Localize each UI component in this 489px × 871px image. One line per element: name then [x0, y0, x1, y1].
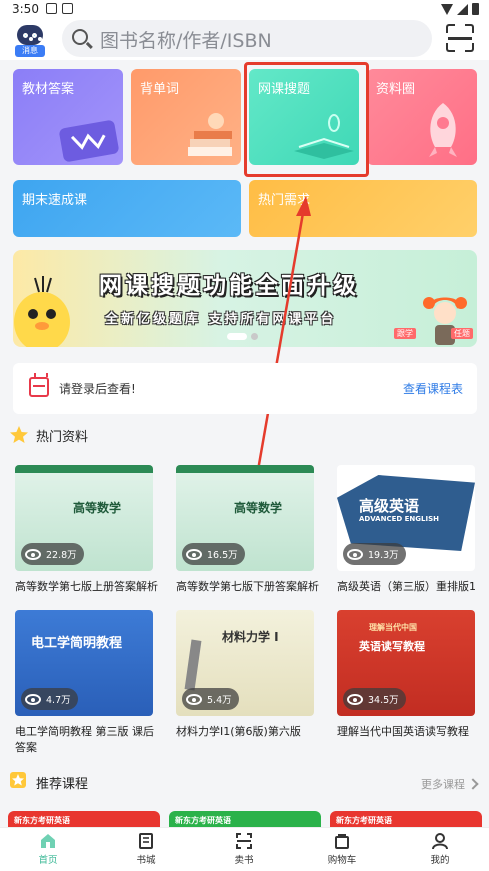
tab-profile[interactable]: 我的	[410, 832, 470, 866]
view-schedule-link[interactable]: 查看课程表	[403, 380, 463, 397]
book-cover: 理解当代中国 英语读写教程 34.5万	[337, 610, 475, 716]
bag-icon	[333, 832, 351, 850]
home-icon	[39, 832, 57, 850]
book-title: 高等数学第七版上册答案解析	[15, 580, 158, 593]
more-courses-link[interactable]: 更多课程	[421, 776, 479, 792]
book-card[interactable]: 理解当代中国 英语读写教程 34.5万 理解当代中国英语读写教程	[337, 610, 477, 740]
eye-icon	[186, 693, 202, 705]
book-title: 高级英语（第三版）重排版1	[337, 580, 476, 593]
book-card[interactable]: 高等数学 22.8万 高等数学第七版上册答案解析	[15, 465, 158, 595]
cover-strip	[15, 465, 153, 473]
cover-title: 电工学简明教程	[31, 636, 123, 651]
book-cover: 高级英语 ADVANCED ENGLISH 19.3万	[337, 465, 475, 571]
star-icon	[10, 426, 28, 443]
eye-icon	[25, 548, 41, 560]
tab-cart[interactable]: 购物车	[312, 832, 372, 866]
book-card[interactable]: 高级英语 ADVANCED ENGLISH 19.3万 高级英语（第三版）重排版…	[337, 465, 477, 595]
view-count: 5.4万	[182, 688, 239, 710]
scan-icon	[235, 832, 253, 850]
book-title: 高等数学第七版下册答案解析	[176, 580, 319, 593]
tab-label: 书城	[136, 855, 156, 866]
view-count-text: 5.4万	[207, 695, 232, 706]
app-screen: { "status_bar": {"time": "3:50"}, "heade…	[0, 0, 489, 871]
tab-sell-books[interactable]: 卖书	[214, 832, 274, 866]
book-card[interactable]: 高等数学 16.5万 高等数学第七版下册答案解析	[176, 465, 319, 595]
hot-section-title: 热门资料	[36, 430, 89, 445]
user-icon	[431, 832, 449, 850]
login-prompt-bar[interactable]: 请登录后查看! 查看课程表	[13, 363, 477, 414]
tab-label: 首页	[38, 855, 58, 866]
cover-graphic	[184, 639, 202, 691]
cover-strip	[176, 465, 314, 473]
book-title: 材料力学I1(第6版)第六版	[176, 725, 301, 738]
view-count-text: 4.7万	[46, 695, 71, 706]
view-count: 34.5万	[343, 688, 406, 710]
view-count-text: 16.5万	[207, 550, 238, 561]
eye-icon	[25, 693, 41, 705]
book-cover: 电工学简明教程 4.7万	[15, 610, 153, 716]
view-count-text: 19.3万	[368, 550, 399, 561]
chevron-right-icon	[467, 778, 479, 790]
eye-icon	[186, 548, 202, 560]
cover-title: 高级英语	[359, 497, 420, 515]
book-title: 电工学简明教程 第三版 课后答案	[15, 725, 154, 754]
eye-icon	[347, 693, 363, 705]
more-courses-label: 更多课程	[421, 778, 465, 791]
book-cover: 高等数学 16.5万	[176, 465, 314, 571]
tab-label: 卖书	[234, 855, 254, 866]
star-icon	[12, 774, 24, 786]
view-count-text: 34.5万	[368, 695, 399, 706]
eye-icon	[347, 548, 363, 560]
recommend-section-title: 推荐课程	[36, 777, 89, 792]
bottom-tab-bar: 首页 书城 卖书 购物车 我的	[0, 827, 489, 871]
book-cover: 材料力学 I 5.4万	[176, 610, 314, 716]
view-count: 22.8万	[21, 543, 84, 565]
login-prompt-text: 请登录后查看!	[59, 382, 136, 396]
cover-title: 英语读写教程	[359, 640, 425, 653]
tab-label: 购物车	[327, 855, 357, 866]
calendar-icon	[29, 373, 49, 397]
tab-bookstore[interactable]: 书城	[116, 832, 176, 866]
cover-subtitle: 理解当代中国	[369, 623, 417, 632]
book-card[interactable]: 电工学简明教程 4.7万 电工学简明教程 第三版 课后答案	[15, 610, 155, 756]
book-icon	[137, 832, 155, 850]
view-count: 19.3万	[343, 543, 406, 565]
cover-title: 高等数学	[73, 501, 122, 515]
book-card[interactable]: 材料力学 I 5.4万 材料力学I1(第6版)第六版	[176, 610, 316, 740]
tab-home[interactable]: 首页	[18, 832, 78, 866]
cover-title: 材料力学 I	[222, 630, 279, 644]
view-count-text: 22.8万	[46, 550, 77, 561]
cover-subtitle: ADVANCED ENGLISH	[359, 515, 439, 523]
book-cover: 高等数学 22.8万	[15, 465, 153, 571]
recommend-icon	[10, 772, 26, 788]
book-title: 理解当代中国英语读写教程	[337, 725, 469, 738]
tab-label: 我的	[430, 855, 450, 866]
view-count: 4.7万	[21, 688, 78, 710]
view-count: 16.5万	[182, 543, 245, 565]
cover-title: 高等数学	[234, 501, 283, 515]
